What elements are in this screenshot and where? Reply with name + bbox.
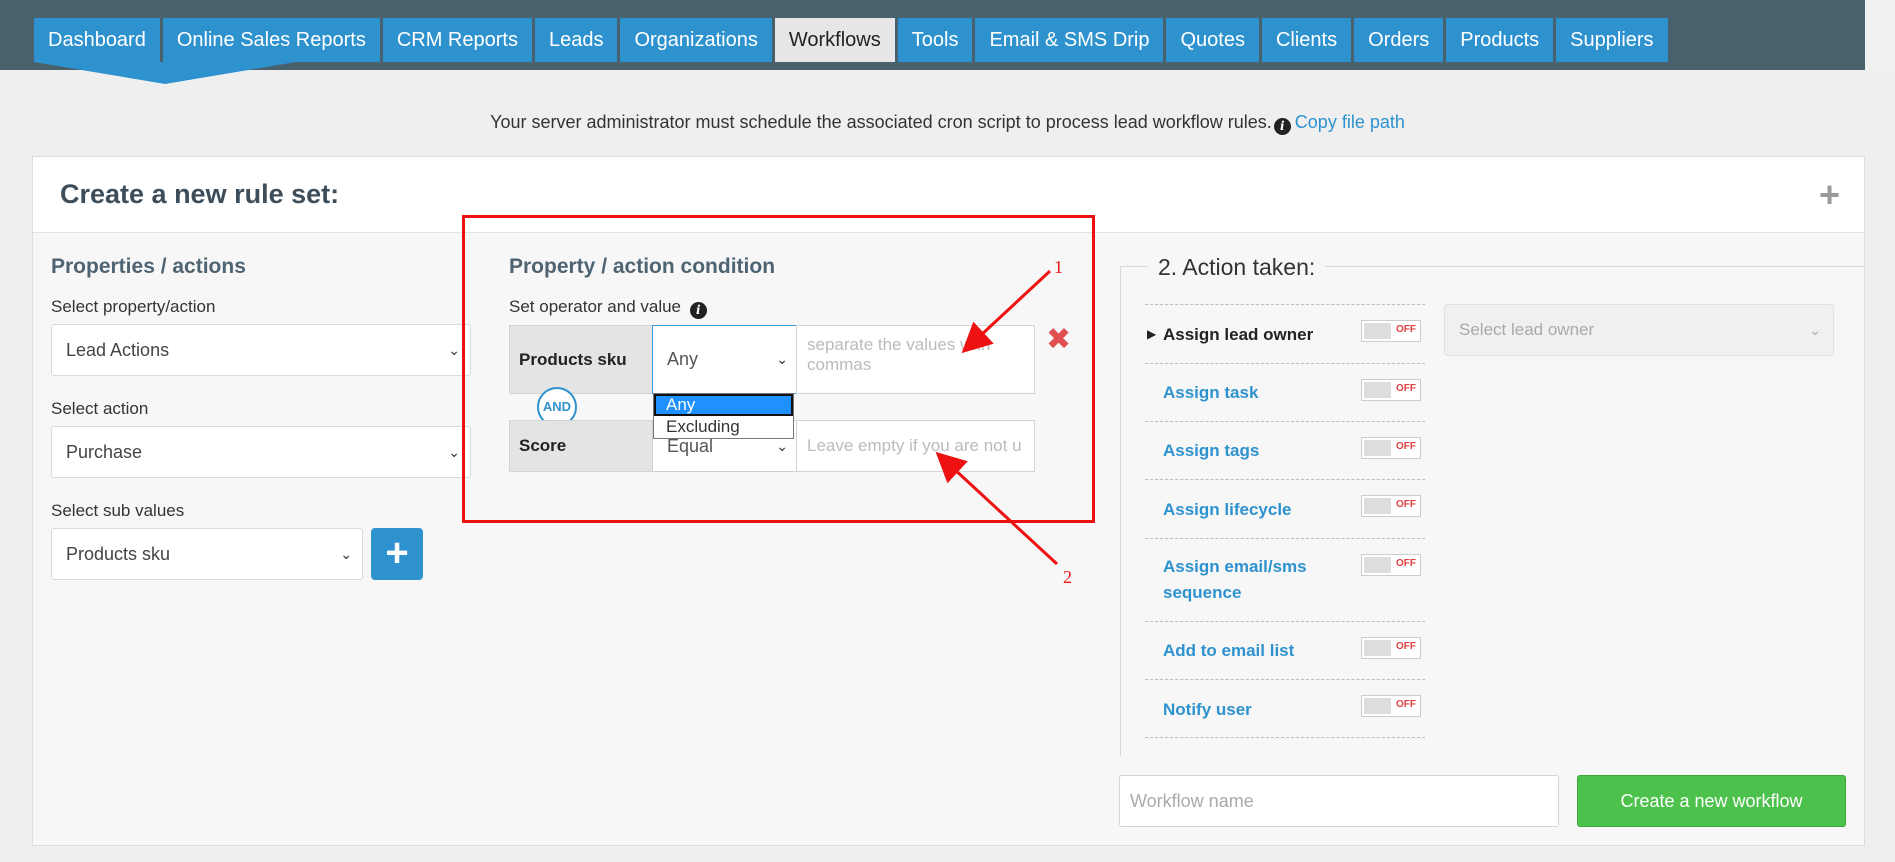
toggle-notify-user[interactable]: OFF xyxy=(1361,695,1421,717)
sub-values-select[interactable]: Products sku ⌄ xyxy=(51,528,363,580)
nav-leads[interactable]: Leads xyxy=(534,18,618,62)
chevron-down-icon: ⌄ xyxy=(448,444,460,460)
sub-values-value: Products sku xyxy=(66,544,171,564)
cron-notice-text: Your server administrator must schedule … xyxy=(490,112,1272,132)
expand-plus-icon[interactable]: + xyxy=(1819,177,1840,213)
nav-suppliers[interactable]: Suppliers xyxy=(1556,18,1668,62)
nav-orders[interactable]: Orders xyxy=(1354,18,1444,62)
toggle-knob xyxy=(1364,640,1391,656)
add-sub-value-button[interactable]: + xyxy=(371,528,423,580)
nav-quotes[interactable]: Quotes xyxy=(1166,18,1259,62)
action-label[interactable]: Notify user xyxy=(1163,697,1252,723)
action-value: Purchase xyxy=(66,442,143,462)
main-nav: Dashboard Online Sales Reports CRM Repor… xyxy=(34,18,1668,62)
workflow-name-input[interactable]: Workflow name xyxy=(1119,775,1559,827)
action-row-add-to-email-list: Add to email list OFF xyxy=(1145,621,1425,679)
cron-notice: Your server administrator must schedule … xyxy=(0,112,1895,135)
toggle-assign-email-sms-sequence[interactable]: OFF xyxy=(1361,554,1421,576)
lead-owner-placeholder: Select lead owner xyxy=(1459,320,1595,339)
toggle-assign-lifecycle[interactable]: OFF xyxy=(1361,495,1421,517)
action-label: Select action xyxy=(51,399,149,418)
info-icon[interactable]: i xyxy=(1273,118,1291,135)
nav-tools[interactable]: Tools xyxy=(897,18,973,62)
annotation-number-1: 1 xyxy=(1054,257,1063,277)
nav-workflows[interactable]: Workflows xyxy=(774,18,895,62)
nav-dropdown-caret xyxy=(34,62,296,84)
toggle-state: OFF xyxy=(1396,558,1416,569)
property-action-value: Lead Actions xyxy=(66,340,170,360)
toggle-assign-task[interactable]: OFF xyxy=(1361,379,1421,401)
toggle-state: OFF xyxy=(1396,641,1416,652)
nav-crm-reports[interactable]: CRM Reports xyxy=(382,18,532,62)
toggle-assign-tags[interactable]: OFF xyxy=(1361,437,1421,459)
property-action-label: Select property/action xyxy=(51,297,216,316)
toggle-state: OFF xyxy=(1396,499,1416,510)
action-label[interactable]: Assign lifecycle xyxy=(1163,497,1292,523)
sub-values-label: Select sub values xyxy=(51,501,185,520)
action-row-assign-task: Assign task OFF xyxy=(1145,363,1425,421)
action-row-assign-lifecycle: Assign lifecycle OFF xyxy=(1145,479,1425,538)
nav-organizations[interactable]: Organizations xyxy=(620,18,772,62)
toggle-knob xyxy=(1364,698,1391,714)
toggle-state: OFF xyxy=(1396,383,1416,394)
toggle-knob xyxy=(1364,382,1391,398)
chevron-down-icon: ⌄ xyxy=(448,342,460,358)
nav-dashboard[interactable]: Dashboard xyxy=(34,18,160,62)
action-label[interactable]: Add to email list xyxy=(1163,638,1294,664)
caret-right-icon: ▶ xyxy=(1147,327,1157,341)
chevron-down-icon: ⌄ xyxy=(340,546,352,562)
toggle-knob xyxy=(1364,557,1391,573)
action-select[interactable]: Purchase ⌄ xyxy=(51,426,471,478)
toggle-add-to-email-list[interactable]: OFF xyxy=(1361,637,1421,659)
toggle-knob xyxy=(1364,323,1391,339)
action-row-assign-tags: Assign tags OFF xyxy=(1145,421,1425,479)
toggle-state: OFF xyxy=(1396,441,1416,452)
toggle-assign-lead-owner[interactable]: OFF xyxy=(1361,320,1421,342)
page-title: Create a new rule set: xyxy=(60,179,340,209)
chevron-down-icon: ⌄ xyxy=(1809,322,1821,338)
toggle-knob xyxy=(1364,440,1391,456)
copy-file-path-link[interactable]: Copy file path xyxy=(1295,112,1405,132)
action-row-assign-lead-owner: ▶ Assign lead owner OFF xyxy=(1145,304,1425,363)
action-label[interactable]: Assign lead owner xyxy=(1163,322,1313,348)
lead-owner-select[interactable]: Select lead owner ⌄ xyxy=(1444,304,1834,356)
annotation-number-2: 2 xyxy=(1063,567,1072,587)
toggle-knob xyxy=(1364,498,1391,514)
action-row-assign-email-sms-sequence: Assign email/sms sequence OFF xyxy=(1145,538,1425,621)
action-taken-legend: 2. Action taken: xyxy=(1148,254,1326,281)
action-label[interactable]: Assign tags xyxy=(1163,438,1259,464)
toggle-state: OFF xyxy=(1396,324,1416,335)
action-row-notify-user: Notify user OFF xyxy=(1145,679,1425,738)
property-action-select[interactable]: Lead Actions ⌄ xyxy=(51,324,471,376)
action-label[interactable]: Assign email/sms sequence xyxy=(1163,554,1323,606)
top-bar: Dashboard Online Sales Reports CRM Repor… xyxy=(0,0,1895,84)
nav-online-sales-reports[interactable]: Online Sales Reports xyxy=(162,18,380,62)
nav-products[interactable]: Products xyxy=(1446,18,1554,62)
annotation-highlight-box xyxy=(462,215,1095,523)
nav-clients[interactable]: Clients xyxy=(1261,18,1352,62)
toggle-state: OFF xyxy=(1396,699,1416,710)
properties-heading: Properties / actions xyxy=(51,255,246,278)
nav-email-sms-drip[interactable]: Email & SMS Drip xyxy=(975,18,1164,62)
action-label[interactable]: Assign task xyxy=(1163,380,1258,406)
create-workflow-button[interactable]: Create a new workflow xyxy=(1577,775,1846,827)
